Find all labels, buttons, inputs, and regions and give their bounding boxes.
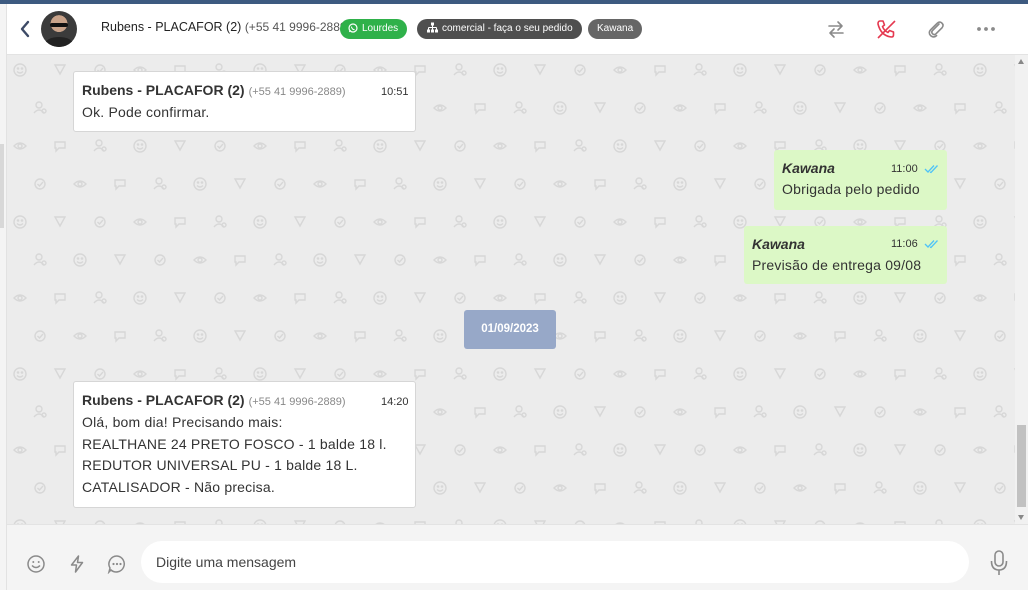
- tag-department[interactable]: comercial - faça o seu pedido: [417, 19, 582, 39]
- message-text-line: CATALISADOR - Não precisa.: [82, 478, 275, 495]
- lightning-icon[interactable]: [67, 554, 87, 574]
- sitemap-icon: [427, 22, 438, 33]
- message-time: 14:20: [381, 396, 409, 408]
- message-sender-phone: (+55 41 9996-2889): [248, 86, 346, 98]
- chat-header: Rubens - PLACAFOR (2) (+55 41 9996-2889)…: [7, 4, 1028, 55]
- hangup-phone-icon[interactable]: [875, 18, 897, 40]
- avatar[interactable]: [41, 11, 77, 47]
- paperclip-icon[interactable]: [925, 18, 947, 40]
- message-text-line: REALTHANE 24 PRETO FOSCO - 1 balde 18 l.: [82, 435, 387, 452]
- scroll-up-arrow[interactable]: [1018, 59, 1024, 64]
- message-incoming[interactable]: Rubens - PLACAFOR (2) (+55 41 9996-2889) …: [73, 381, 416, 508]
- whatsapp-icon: [348, 23, 358, 33]
- tag-agent-lourdes[interactable]: Lourdes: [340, 19, 408, 39]
- chevron-left-icon[interactable]: [17, 18, 33, 40]
- left-panel-edge: [0, 4, 7, 590]
- contact-title[interactable]: Rubens - PLACAFOR (2) (+55 41 9996-2889): [101, 20, 351, 34]
- tag-user-kawana[interactable]: Kawana: [588, 19, 643, 39]
- message-time: 11:06: [891, 238, 918, 250]
- message-time: 11:00: [891, 163, 918, 175]
- contact-name: Rubens - PLACAFOR (2): [101, 20, 242, 34]
- left-scroll-thumb[interactable]: [0, 144, 4, 228]
- message-text-line: Olá, bom dia! Precisando mais:: [82, 414, 283, 430]
- double-check-icon: [924, 240, 938, 249]
- message-sender-phone: (+55 41 9996-2889): [248, 396, 346, 408]
- message-input[interactable]: [141, 541, 969, 583]
- message-outgoing[interactable]: Kawana 11:00 Obrigada pelo pedido: [774, 150, 947, 210]
- scroll-down-arrow[interactable]: [1018, 515, 1024, 520]
- message-time: 10:51: [381, 86, 409, 98]
- message-text: Previsão de entrega 09/08: [752, 257, 922, 273]
- message-text: Obrigada pelo pedido: [782, 181, 920, 197]
- tag-label: comercial - faça o seu pedido: [442, 23, 573, 34]
- quick-reply-icon[interactable]: [107, 554, 127, 574]
- chat-messages-area[interactable]: Rubens - PLACAFOR (2) (+55 41 9996-2889) …: [7, 55, 1015, 524]
- message-sender: Rubens - PLACAFOR (2): [82, 82, 245, 98]
- message-incoming[interactable]: Rubens - PLACAFOR (2) (+55 41 9996-2889) …: [73, 71, 416, 132]
- tag-label: Lourdes: [362, 23, 399, 34]
- message-sender: Kawana: [752, 236, 805, 252]
- message-text: Ok. Pode confirmar.: [82, 104, 210, 120]
- emoji-icon[interactable]: [26, 554, 46, 574]
- message-sender: Kawana: [782, 160, 835, 176]
- scroll-thumb[interactable]: [1017, 425, 1026, 507]
- message-sender: Rubens - PLACAFOR (2): [82, 392, 245, 408]
- transfer-icon[interactable]: [825, 18, 847, 40]
- tag-label: Kawana: [597, 23, 634, 34]
- message-outgoing[interactable]: Kawana 11:06 Previsão de entrega 09/08: [744, 226, 947, 284]
- chat-scrollbar[interactable]: [1015, 55, 1028, 524]
- microphone-icon[interactable]: [988, 549, 1010, 577]
- date-separator: 01/09/2023: [464, 310, 556, 349]
- double-check-icon: [924, 165, 938, 174]
- message-composer: [7, 524, 1028, 590]
- contact-phone: (+55 41 9996-2889): [244, 20, 351, 34]
- message-text-line: REDUTOR UNIVERSAL PU - 1 balde 18 L.: [82, 457, 358, 473]
- more-icon[interactable]: [975, 18, 997, 40]
